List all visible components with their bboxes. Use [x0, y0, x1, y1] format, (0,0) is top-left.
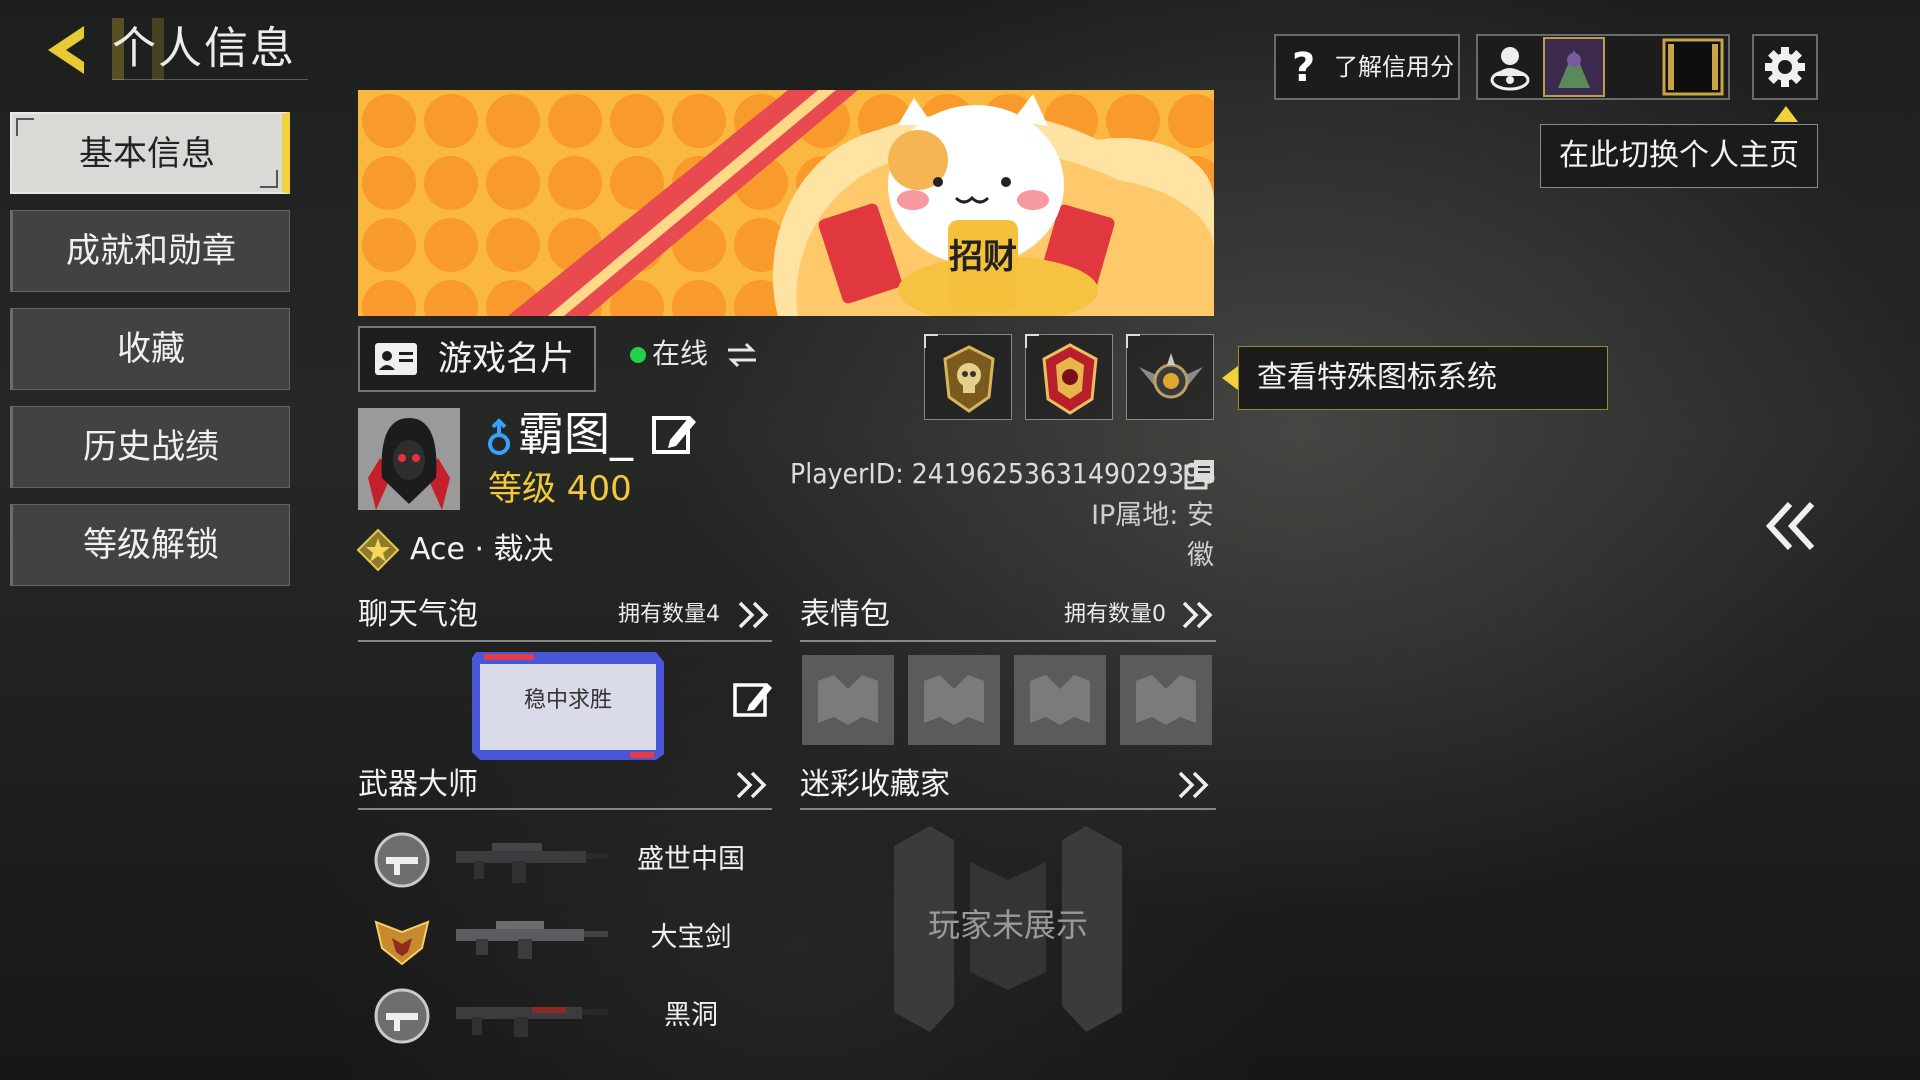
sidebar-item-achievements[interactable]: 成就和勋章 — [10, 210, 290, 292]
sidebar-item-label: 等级解锁 — [83, 525, 219, 565]
sidebar-item-label: 基本信息 — [79, 134, 215, 174]
special-icon-slot-3[interactable] — [1126, 334, 1214, 420]
sidebar-item-basic-info[interactable]: 基本信息 — [10, 112, 290, 194]
credit-score-label: 了解信用分 — [1334, 53, 1454, 81]
stickers-title: 表情包 — [800, 597, 890, 632]
player-level: 等级 400 — [488, 469, 632, 509]
tab-game-card-label: 游戏名片 — [438, 339, 574, 379]
sticker-slot-2[interactable] — [908, 655, 1000, 745]
m-logo-icon — [1136, 675, 1196, 725]
m-logo-icon — [818, 675, 878, 725]
sticker-slot-1[interactable] — [802, 655, 894, 745]
red-crest-icon — [1042, 343, 1098, 415]
online-status-text: 在线 — [652, 337, 709, 370]
skull-shield-icon — [943, 345, 995, 413]
profile-switch-button[interactable] — [1476, 34, 1730, 100]
player-id: PlayerID: 2419625363149029398 — [790, 457, 1217, 490]
avatar-frame-thumbnail — [1543, 37, 1605, 97]
divider — [800, 808, 1216, 810]
camo-collector-more-icon[interactable] — [1176, 770, 1212, 800]
page-title: 个人信息 — [112, 18, 308, 80]
divider — [800, 640, 1216, 642]
chat-bubble-preview[interactable]: 稳中求胜 — [470, 648, 666, 762]
m-logo-icon — [924, 675, 984, 725]
winged-emblem-icon — [1139, 353, 1203, 399]
sticker-slot-4[interactable] — [1120, 655, 1212, 745]
player-name: 霸图_ — [518, 407, 633, 461]
sidebar-item-collection[interactable]: 收藏 — [10, 308, 290, 390]
sidebar-item-level-unlock[interactable]: 等级解锁 — [10, 504, 290, 586]
m-logo-icon — [1030, 675, 1090, 725]
stickers-count: 拥有数量0 — [1064, 602, 1166, 627]
collapse-double-chevron-icon[interactable] — [1760, 496, 1820, 556]
ace-rank-icon — [356, 528, 400, 572]
sidebar-item-label: 历史战绩 — [83, 427, 219, 467]
chat-bubble-text: 稳中求胜 — [523, 688, 612, 713]
switch-profile-tooltip: 在此切换个人主页 — [1540, 124, 1818, 188]
stickers-more-icon[interactable] — [1180, 600, 1216, 630]
player-rank: Ace · 裁决 — [410, 532, 554, 567]
weapon-rank-emblem-icon — [372, 830, 432, 890]
male-icon — [486, 418, 512, 456]
online-status-dot — [630, 347, 646, 363]
lucky-cat-banner-image: 招财 — [358, 90, 1214, 316]
edit-bubble-icon[interactable] — [732, 678, 774, 720]
assault-rifle-icon — [452, 989, 612, 1043]
frame-thumbnail — [1662, 38, 1724, 96]
weapon-master-more-icon[interactable] — [734, 770, 770, 800]
swap-icon[interactable] — [726, 340, 758, 370]
weapon-name: 黑洞 — [664, 1000, 718, 1031]
special-icon-slot-1[interactable] — [924, 334, 1012, 420]
profile-banner[interactable]: 招财 — [358, 90, 1214, 316]
weapon-rank-emblem-icon — [372, 986, 432, 1046]
tab-game-card[interactable]: 游戏名片 — [358, 326, 596, 392]
gear-icon — [1765, 47, 1805, 87]
sidebar-item-label: 收藏 — [117, 329, 185, 369]
avatar[interactable] — [358, 408, 460, 510]
special-icon-tooltip: 查看特殊图标系统 — [1238, 346, 1608, 410]
camo-collector-title: 迷彩收藏家 — [800, 767, 950, 802]
divider — [358, 808, 772, 810]
chat-bubble-count: 拥有数量4 — [618, 602, 720, 627]
sidebar-item-match-history[interactable]: 历史战绩 — [10, 406, 290, 488]
weapon-name: 大宝剑 — [650, 922, 732, 953]
banner-lucky-text: 招财 — [949, 237, 1017, 277]
sidebar-item-label: 成就和勋章 — [66, 231, 236, 271]
assault-rifle-icon — [452, 911, 612, 965]
tooltip-arrow-icon — [1774, 106, 1798, 122]
edit-name-icon[interactable] — [650, 410, 698, 458]
special-icon-slot-2[interactable] — [1025, 334, 1113, 420]
hooded-soldier-avatar-icon — [358, 408, 460, 510]
id-card-icon — [375, 343, 417, 375]
assault-rifle-icon — [452, 833, 612, 887]
copy-icon[interactable] — [1184, 458, 1216, 490]
back-arrow-icon — [48, 26, 84, 74]
credit-score-button[interactable]: ? 了解信用分 — [1274, 34, 1460, 100]
ip-location: IP属地: 安徽 — [1091, 500, 1214, 571]
chat-bubble-more-icon[interactable] — [736, 600, 772, 630]
weapon-name: 盛世中国 — [637, 844, 745, 875]
divider — [358, 640, 772, 642]
back-button[interactable] — [40, 20, 100, 80]
chat-bubble-title: 聊天气泡 — [358, 597, 478, 632]
tooltip-arrow-icon — [1222, 366, 1238, 390]
gold-wings-emblem-icon — [372, 908, 432, 968]
question-mark-icon: ? — [1292, 45, 1316, 91]
camo-empty-text: 玩家未展示 — [927, 906, 1088, 944]
eye-person-icon — [1490, 47, 1530, 91]
sticker-slot-3[interactable] — [1014, 655, 1106, 745]
weapon-master-title: 武器大师 — [358, 767, 478, 802]
settings-button[interactable] — [1752, 34, 1818, 100]
